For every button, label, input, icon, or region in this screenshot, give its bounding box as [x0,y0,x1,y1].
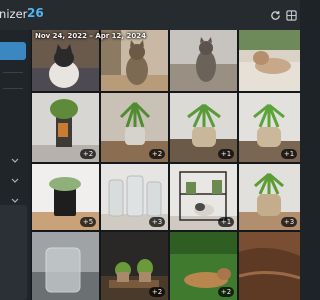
stack-count-badge: +2 [149,287,165,297]
photo-count: 26 [27,6,44,20]
sidebar [0,30,29,300]
photo-thumbnail[interactable] [170,30,237,91]
photo-thumbnail[interactable]: +2 [32,93,99,162]
stack-count-badge: +1 [218,149,234,159]
photo-thumbnail[interactable]: +5 [32,164,99,230]
chevron-down-icon[interactable] [10,176,20,186]
photo-thumbnail[interactable]: +1 [170,93,237,162]
photo-thumbnail[interactable]: +1 [239,93,300,162]
divider [3,72,23,73]
grid-view-icon[interactable] [284,8,298,22]
refresh-icon[interactable] [268,8,282,22]
photo-thumbnail[interactable] [239,30,300,91]
stack-count-badge: +2 [80,149,96,159]
stack-count-badge: +2 [149,149,165,159]
stack-count-badge: +3 [149,217,165,227]
date-range-label: Nov 24, 2022 – Apr 12, 2024 [35,32,146,40]
photo-thumbnail[interactable] [32,232,99,300]
sidebar-panel [0,205,27,300]
photo-thumbnail[interactable]: +3 [239,164,300,230]
photo-gallery: +2 +2 +1 +1 +5 +3 +1 +3 +2 +2 [31,30,300,300]
photo-thumbnail[interactable] [239,232,300,300]
divider [3,88,23,89]
photo-thumbnail[interactable]: +1 [170,164,237,230]
app-title: anizer [0,7,28,21]
title-bar: anizer 26 [0,0,300,31]
stack-count-badge: +1 [281,149,297,159]
photo-thumbnail[interactable]: +2 [101,232,168,300]
photo-thumbnail[interactable]: +3 [101,164,168,230]
photo-thumbnail[interactable]: +2 [170,232,237,300]
photo-thumbnail[interactable]: +2 [101,93,168,162]
stack-count-badge: +1 [218,217,234,227]
stack-count-badge: +3 [281,217,297,227]
stack-count-badge: +5 [80,217,96,227]
sidebar-item-active[interactable] [0,42,26,60]
stack-count-badge: +2 [218,287,234,297]
chevron-down-icon[interactable] [10,156,20,166]
